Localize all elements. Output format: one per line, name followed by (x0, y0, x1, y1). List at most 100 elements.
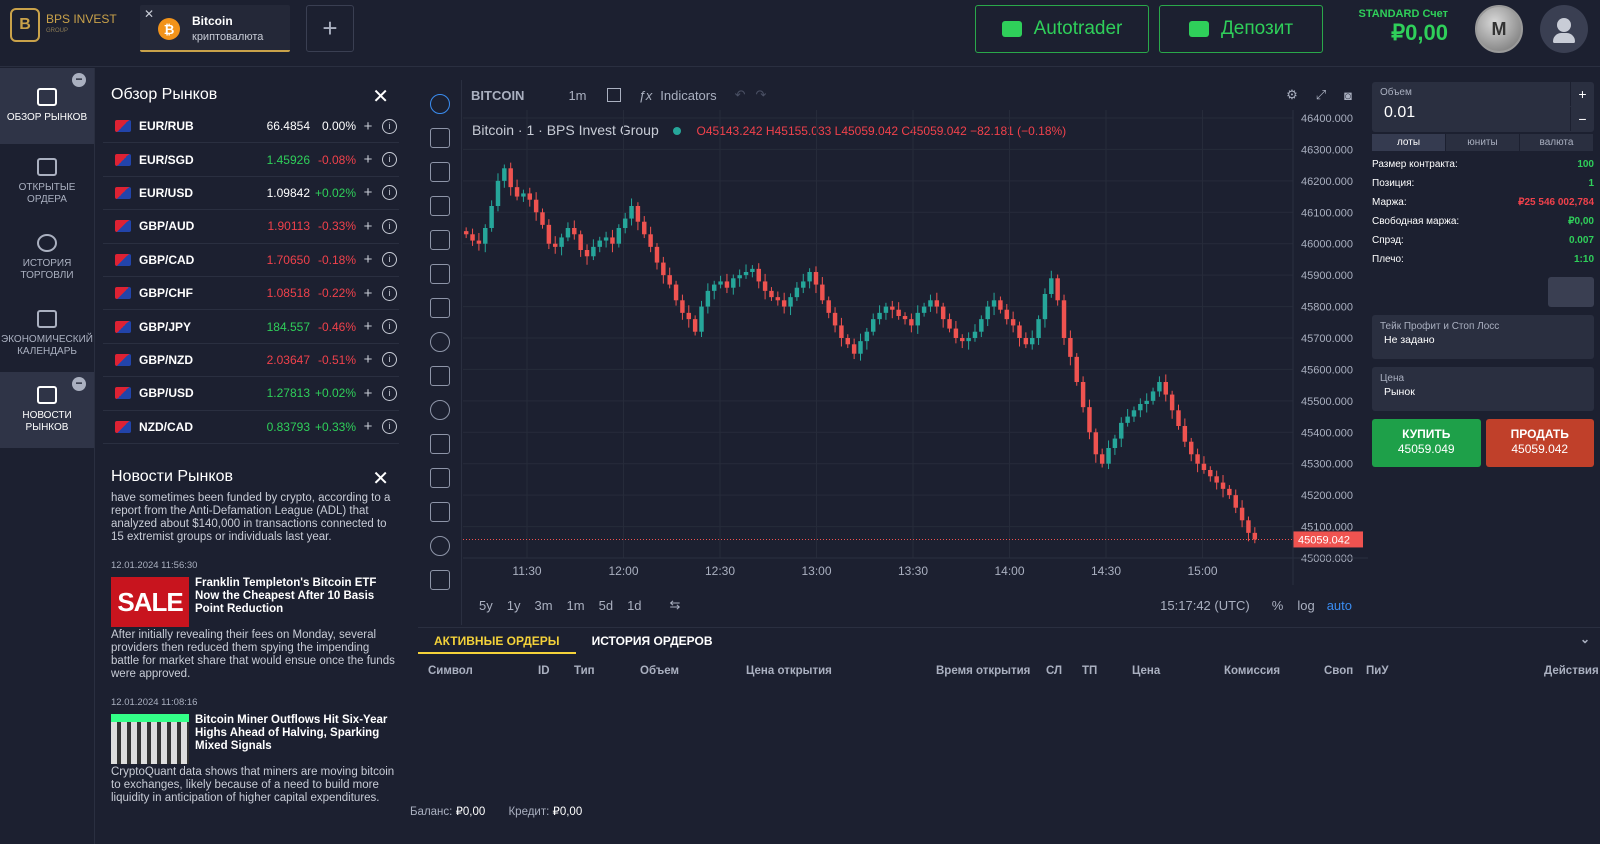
decrease-button[interactable]: − (1570, 107, 1594, 131)
column-header[interactable]: Цена открытия (746, 665, 936, 677)
unit-lots[interactable]: лоты (1372, 134, 1445, 151)
user-avatar[interactable] (1540, 5, 1588, 53)
fullscreen-icon[interactable]: ⤢ (1316, 87, 1326, 103)
add-icon[interactable]: + (358, 418, 378, 435)
nav-economic-calendar[interactable]: ЭКОНОМИЧЕСКИЙ КАЛЕНДАРЬ (0, 296, 94, 372)
pattern-icon[interactable] (429, 264, 450, 284)
market-row[interactable]: GBP/CHF 1.08518 -0.22% + i (103, 277, 399, 311)
close-icon[interactable]: ✕ (144, 7, 154, 21)
info-icon[interactable]: i (382, 185, 397, 201)
volume-value[interactable]: 0.01 (1384, 104, 1415, 122)
info-icon[interactable]: i (382, 285, 397, 301)
nav-trade-history[interactable]: ИСТОРИЯ ТОРГОВЛИ (0, 220, 94, 296)
price-chart[interactable]: 46400.000 46300.000 46200.000 46100.000 4600… (463, 110, 1368, 590)
brand-logo[interactable]: B BPS INVEST GROUP (10, 8, 117, 42)
undo-icon[interactable]: ↶ (735, 87, 746, 103)
nav-open-orders[interactable]: ОТКРЫТЫЕ ОРДЕРА (0, 144, 94, 220)
add-icon[interactable]: + (358, 118, 378, 135)
market-row[interactable]: GBP/AUD 1.90113 -0.33% + i (103, 210, 399, 244)
auto-toggle[interactable]: auto (1327, 598, 1352, 613)
column-header[interactable]: Объем (640, 665, 746, 677)
buy-button[interactable]: КУПИТЬ 45059.049 (1372, 419, 1481, 467)
info-icon[interactable]: i (382, 419, 397, 435)
market-row[interactable]: GBP/USD 1.27813 +0.02% + i (103, 377, 399, 411)
tp-sl-field[interactable]: Тейк Профит и Стоп Лосс Не задано (1372, 315, 1594, 359)
add-icon[interactable]: + (358, 318, 378, 335)
emoji-icon[interactable] (429, 332, 450, 352)
add-icon[interactable]: + (358, 151, 378, 168)
settings-icon[interactable]: ⚙ (1286, 87, 1298, 103)
forecast-icon[interactable] (429, 298, 450, 318)
add-icon[interactable]: + (358, 285, 378, 302)
close-icon[interactable]: ✕ (372, 466, 389, 491)
tab-order-history[interactable]: ИСТОРИЯ ОРДЕРОВ (576, 628, 729, 654)
column-header[interactable]: Комиссия (1224, 665, 1324, 677)
chart-symbol[interactable]: BITCOIN (471, 88, 524, 103)
market-row[interactable]: GBP/JPY 184.557 -0.46% + i (103, 310, 399, 344)
market-row[interactable]: EUR/SGD 1.45926 -0.08% + i (103, 143, 399, 177)
column-header[interactable]: ТП (1082, 665, 1132, 677)
news-headline[interactable]: Bitcoin Miner Outflows Hit Six-Year High… (189, 714, 399, 764)
range-button[interactable]: 3m (534, 598, 552, 613)
news-headline[interactable]: Franklin Templeton's Bitcoin ETF Now the… (189, 577, 399, 627)
column-header[interactable]: Своп (1324, 665, 1366, 677)
price-field[interactable]: Цена Рынок (1372, 367, 1594, 411)
deposit-button[interactable]: Депозит (1159, 5, 1323, 53)
info-icon[interactable]: i (382, 118, 397, 134)
eye-icon[interactable] (429, 536, 450, 556)
medal-icon[interactable]: M (1475, 5, 1523, 53)
info-icon[interactable]: i (382, 319, 397, 335)
autotrader-button[interactable]: Autotrader (975, 5, 1149, 53)
unit-currency[interactable]: валюта (1520, 134, 1593, 151)
add-icon[interactable]: + (358, 184, 378, 201)
ruler-icon[interactable] (429, 366, 450, 386)
collapse-icon[interactable]: − (72, 73, 86, 87)
compare-icon[interactable]: ⇆ (670, 597, 681, 613)
trash-icon[interactable] (429, 570, 450, 590)
crosshair-icon[interactable] (429, 94, 450, 114)
add-icon[interactable]: + (358, 351, 378, 368)
column-header[interactable]: Тип (574, 665, 640, 677)
column-header[interactable]: СЛ (1046, 665, 1082, 677)
log-toggle[interactable]: log (1297, 598, 1314, 613)
market-row[interactable]: NZD/CAD 0.83793 +0.33% + i (103, 411, 399, 444)
account-balance[interactable]: STANDARD Счет ₽0,00 (1340, 8, 1448, 46)
range-button[interactable]: 5d (599, 598, 613, 613)
text-icon[interactable] (429, 230, 450, 250)
info-icon[interactable]: i (382, 218, 397, 234)
collapse-icon[interactable]: − (72, 377, 86, 391)
add-icon[interactable]: + (358, 385, 378, 402)
fib-icon[interactable] (429, 162, 450, 182)
nav-market-news[interactable]: − НОВОСТИ РЫНКОВ (0, 372, 94, 448)
market-row[interactable]: EUR/USD 1.09842 +0.02% + i (103, 177, 399, 211)
chart-settings-icon[interactable] (1548, 277, 1594, 307)
nav-market-overview[interactable]: − ОБЗОР РЫНКОВ (0, 68, 94, 144)
asset-tab-bitcoin[interactable]: ✕ ₿ Bitcoin криптовалюта (140, 5, 290, 52)
market-row[interactable]: GBP/NZD 2.03647 -0.51% + i (103, 344, 399, 378)
redo-icon[interactable]: ↷ (756, 87, 767, 103)
info-icon[interactable]: i (382, 352, 397, 368)
column-header[interactable]: ПиУ (1366, 665, 1462, 677)
info-icon[interactable]: i (382, 385, 397, 401)
range-button[interactable]: 1m (567, 598, 585, 613)
market-row[interactable]: EUR/RUB 66.4854 0.00% + i (103, 110, 399, 144)
trendline-icon[interactable] (429, 128, 450, 148)
candles-icon[interactable] (606, 88, 621, 102)
news-item[interactable]: SALE Franklin Templeton's Bitcoin ETF No… (103, 577, 399, 627)
add-tab-button[interactable]: + (306, 5, 354, 52)
lock-drawing-icon[interactable] (429, 468, 450, 488)
zoom-icon[interactable] (429, 400, 450, 420)
volume-field[interactable]: Объем 0.01 + − (1372, 82, 1594, 132)
add-icon[interactable]: + (358, 251, 378, 268)
chevron-down-icon[interactable]: ⌄ (1570, 628, 1600, 654)
range-button[interactable]: 1y (507, 598, 521, 613)
range-button[interactable]: 1d (627, 598, 641, 613)
percent-toggle[interactable]: % (1272, 598, 1284, 613)
column-header[interactable]: ID (538, 665, 574, 677)
close-icon[interactable]: ✕ (372, 84, 389, 109)
news-item[interactable]: Bitcoin Miner Outflows Hit Six-Year High… (103, 714, 399, 764)
sell-button[interactable]: ПРОДАТЬ 45059.042 (1485, 419, 1594, 467)
column-header[interactable]: Символ (418, 665, 538, 677)
add-icon[interactable]: + (358, 218, 378, 235)
tab-active-orders[interactable]: АКТИВНЫЕ ОРДЕРЫ (418, 628, 576, 654)
